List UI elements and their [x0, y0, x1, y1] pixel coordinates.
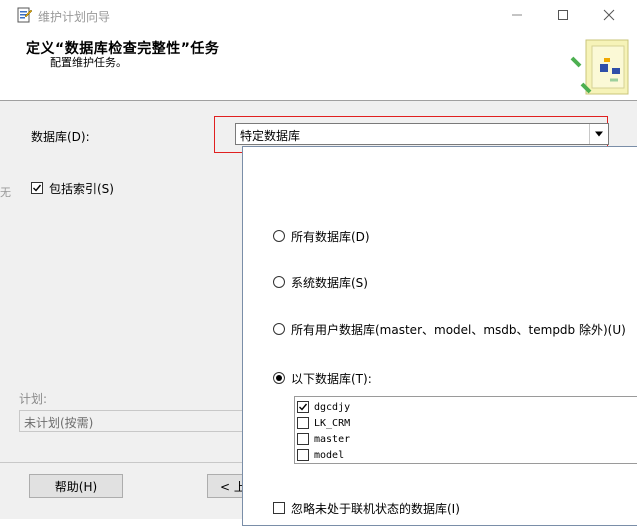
list-item[interactable]: dgcdjy	[297, 399, 350, 415]
maximize-icon	[558, 10, 568, 20]
list-item[interactable]: master	[297, 431, 350, 447]
database-name: master	[314, 433, 351, 445]
database-checklist[interactable]: dgcdjy LK_CRM master model	[294, 396, 637, 464]
schedule-field: 未计划(按需)	[19, 410, 259, 432]
checkmark-icon	[33, 184, 42, 192]
radio-system-databases-label[interactable]: 系统数据库(S)	[291, 274, 368, 291]
help-button[interactable]: 帮助(H)	[29, 474, 123, 498]
ignore-offline-label[interactable]: 忽略未处于联机状态的数据库(I)	[291, 500, 460, 517]
window-title: 维护计划向导	[38, 10, 111, 24]
database-checkbox[interactable]	[297, 417, 309, 429]
radio-user-databases[interactable]	[273, 323, 285, 335]
include-index-checkbox[interactable]	[31, 182, 43, 194]
dropdown-arrow-button[interactable]	[589, 124, 608, 144]
radio-user-databases-label[interactable]: 所有用户数据库(master、model、msdb、tempdb 除外)(U)	[291, 321, 626, 338]
database-label: 数据库(D):	[31, 130, 90, 144]
database-checkbox[interactable]	[297, 401, 309, 413]
chevron-down-icon	[595, 131, 603, 137]
wizard-banner-icon	[570, 36, 630, 98]
schedule-label: 计划:	[19, 392, 48, 406]
include-index-label[interactable]: 包括索引(S)	[49, 180, 114, 197]
close-icon	[603, 9, 615, 21]
minimize-icon	[512, 14, 522, 16]
checkmark-icon	[299, 403, 308, 411]
radio-these-databases-label[interactable]: 以下数据库(T):	[291, 370, 372, 387]
ignore-offline-checkbox[interactable]	[273, 502, 285, 514]
wizard-app-icon	[16, 7, 33, 23]
close-button[interactable]	[586, 0, 632, 30]
list-item[interactable]: LK_CRM	[297, 415, 350, 431]
clipped-text: 无	[0, 186, 11, 199]
radio-all-databases[interactable]	[273, 230, 285, 242]
database-dropdown[interactable]: 特定数据库	[235, 123, 609, 145]
radio-all-databases-label[interactable]: 所有数据库(D)	[291, 228, 370, 245]
database-name: model	[314, 449, 345, 461]
page-subtitle: 配置维护任务。	[50, 56, 127, 69]
radio-these-databases[interactable]	[273, 372, 285, 384]
schedule-value: 未计划(按需)	[24, 416, 94, 430]
list-item[interactable]: model	[297, 447, 344, 463]
title-bar: 维护计划向导	[0, 0, 637, 30]
database-name: LK_CRM	[314, 417, 351, 429]
minimize-button[interactable]	[494, 0, 540, 30]
radio-system-databases[interactable]	[273, 276, 285, 288]
database-checkbox[interactable]	[297, 449, 309, 461]
radio-selected-dot	[276, 375, 282, 381]
database-name: dgcdjy	[314, 401, 351, 413]
database-checkbox[interactable]	[297, 433, 309, 445]
maximize-button[interactable]	[540, 0, 586, 30]
database-dropdown-value: 特定数据库	[240, 129, 301, 143]
